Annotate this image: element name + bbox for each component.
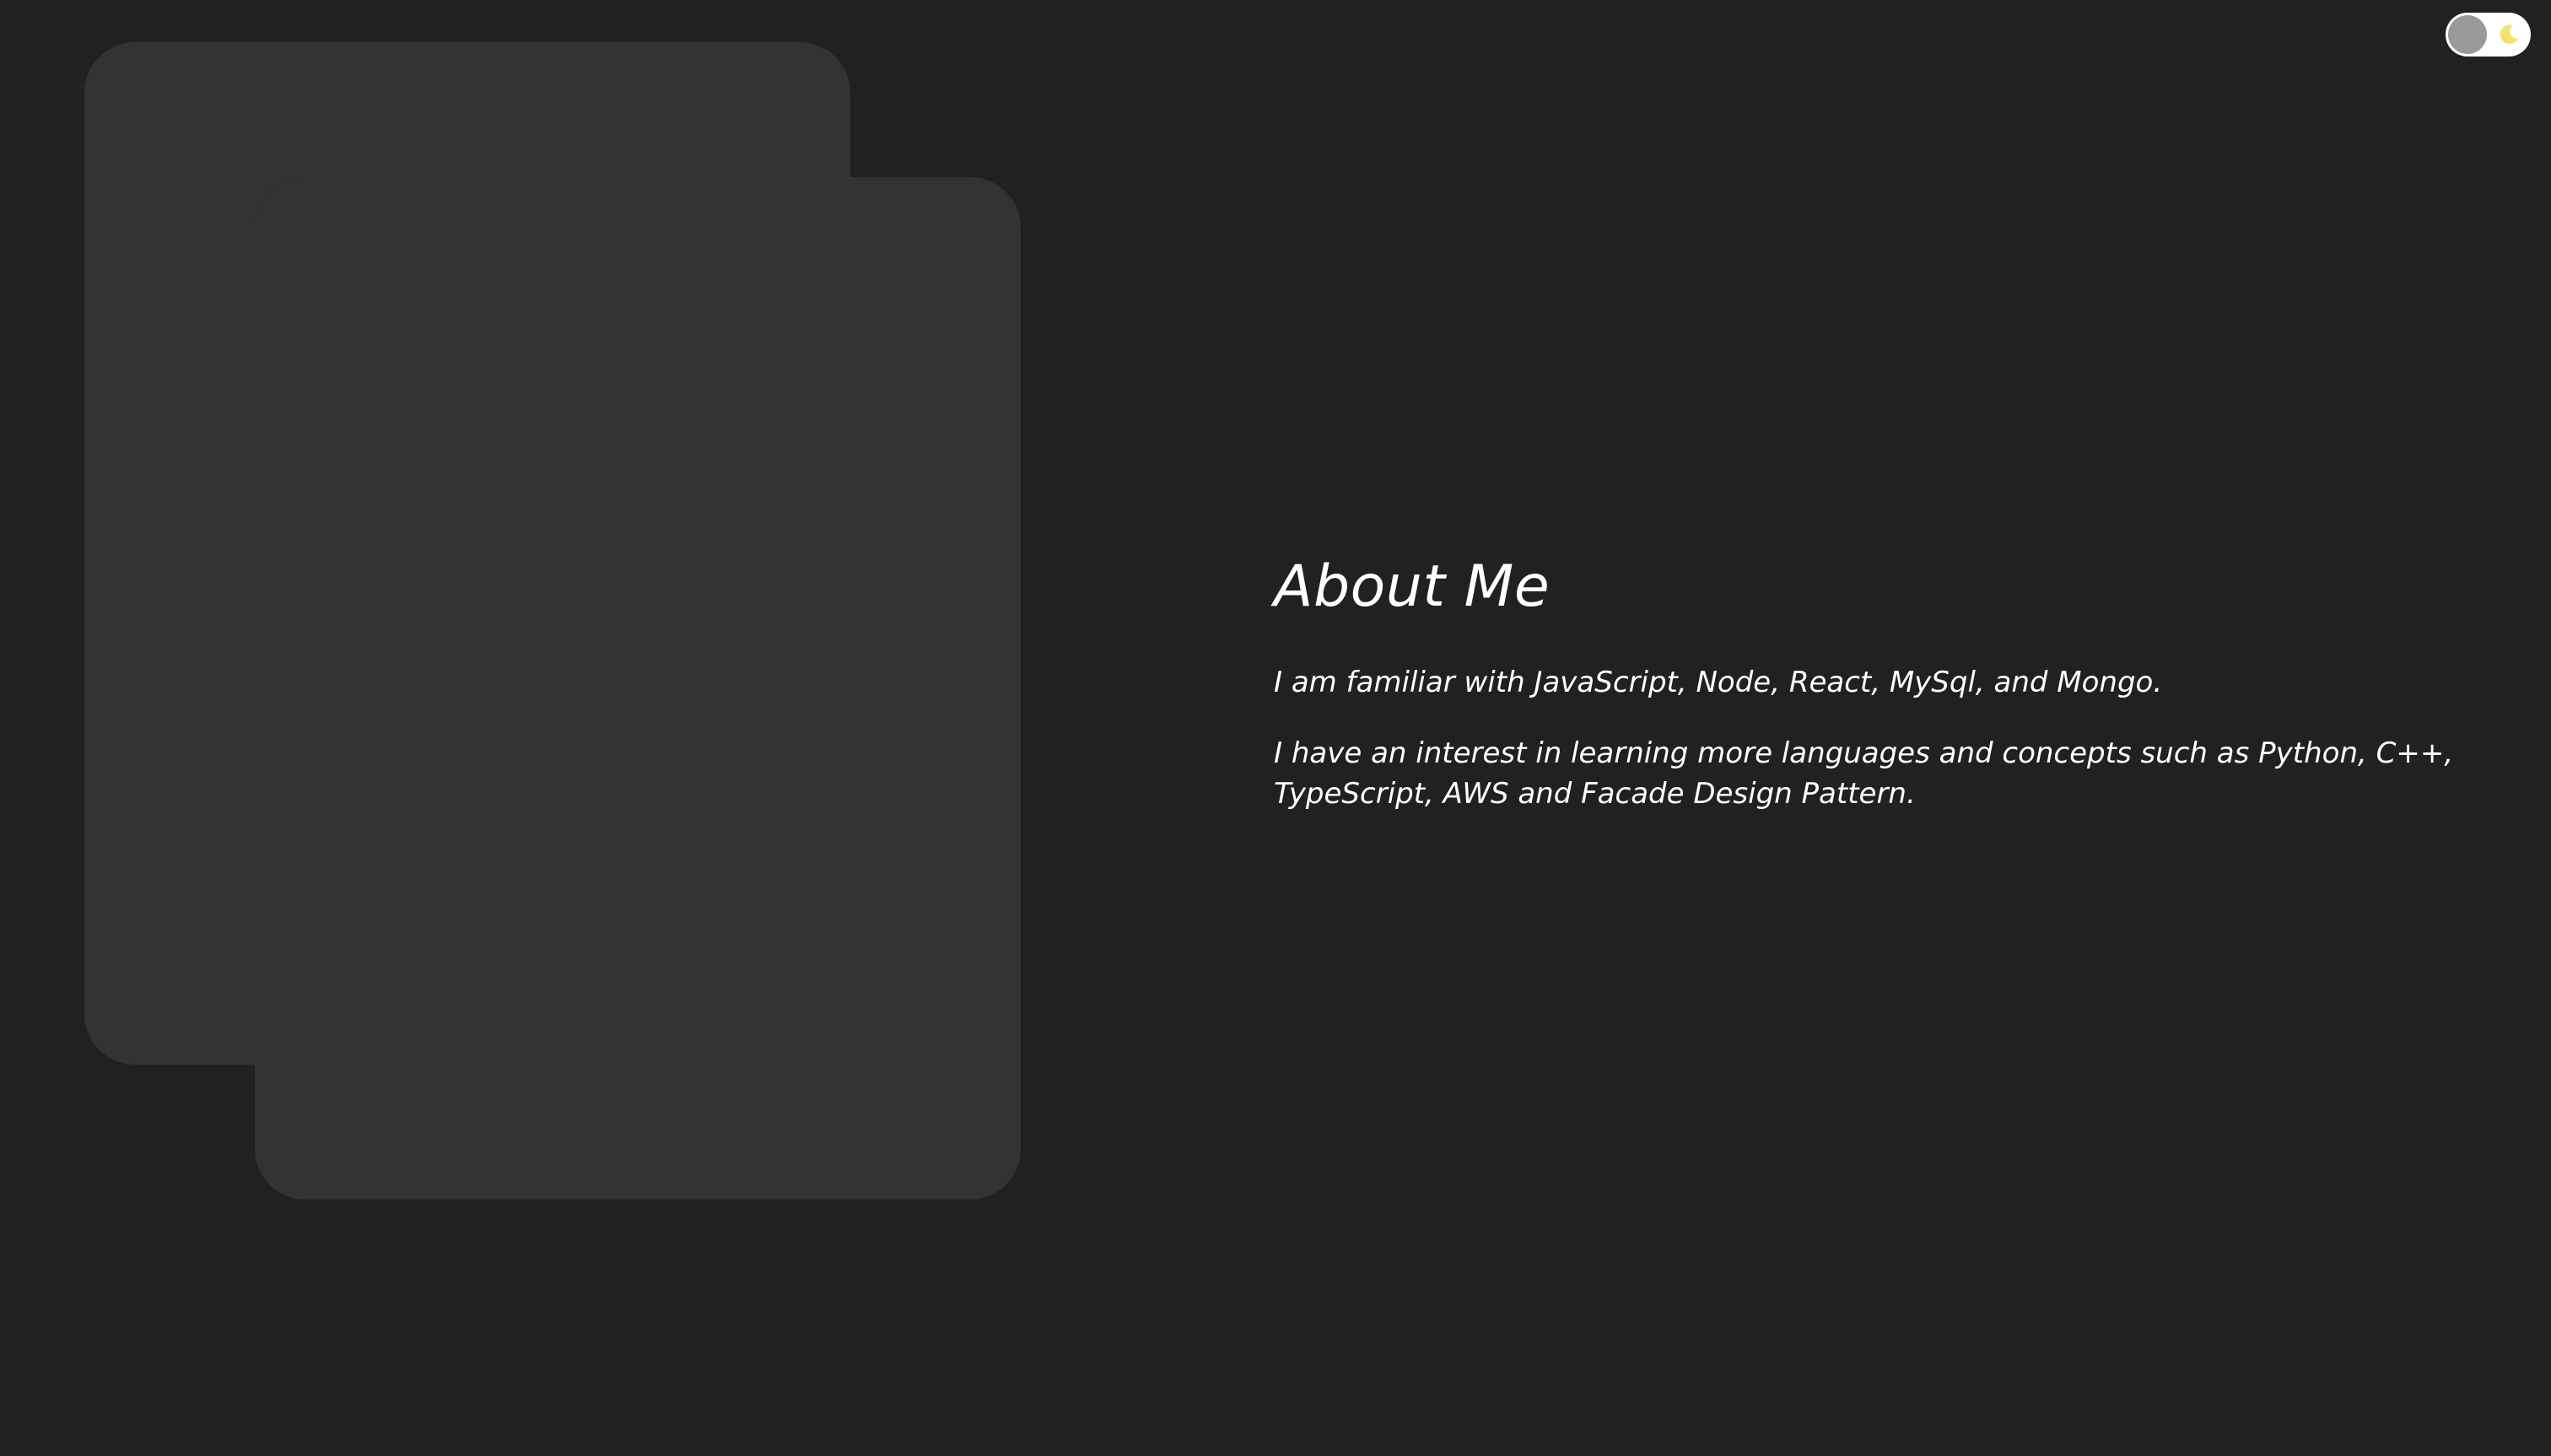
about-paragraph-skills: I am familiar with JavaScript, Node, Rea… xyxy=(1274,665,2163,699)
image-card-front xyxy=(255,177,1021,1200)
about-title: About Me xyxy=(1274,553,1551,620)
theme-toggle[interactable] xyxy=(2446,13,2531,57)
about-paragraph-interests: I have an interest in learning more lang… xyxy=(1274,736,2454,811)
moon-icon xyxy=(2500,24,2518,44)
about-section: About Me I am familiar with JavaScript, … xyxy=(1274,553,2539,844)
toggle-knob xyxy=(2448,15,2487,54)
